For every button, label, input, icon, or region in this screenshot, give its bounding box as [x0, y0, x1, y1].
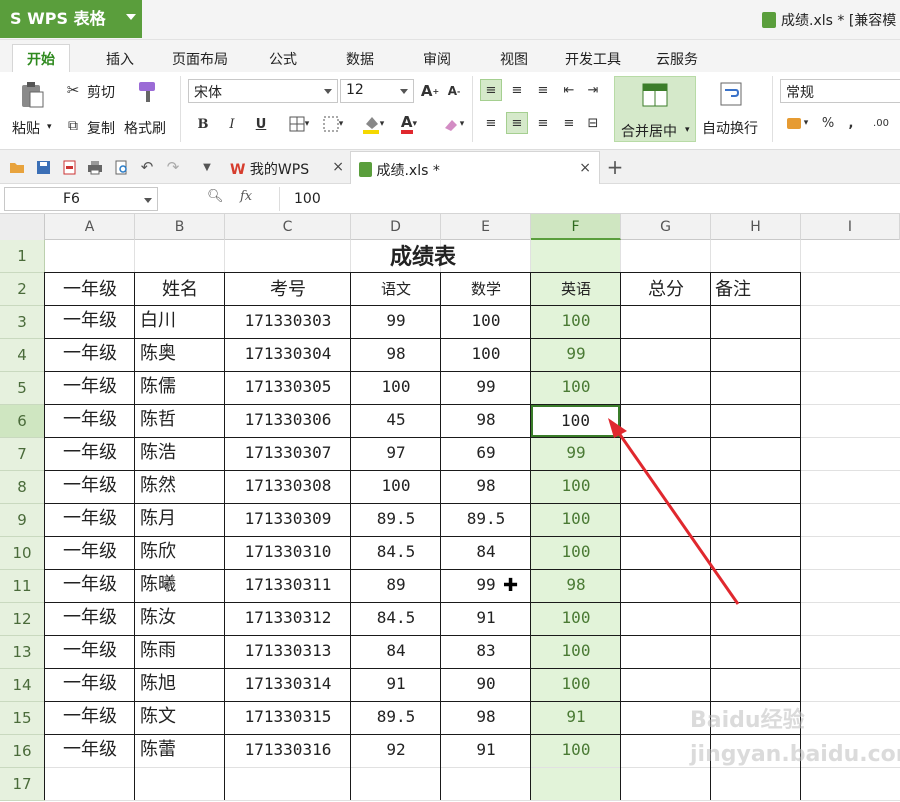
- merge-center-button[interactable]: 合并居中 ▾: [614, 76, 696, 142]
- number-format-select[interactable]: 常规: [780, 79, 900, 103]
- paste-button[interactable]: 粘贴: [12, 118, 40, 138]
- quick-access-toolbar: ↶ ↷ ▼ W 我的WPS × 成绩.xls * × +: [0, 150, 900, 184]
- percent-button[interactable]: %: [818, 112, 838, 134]
- format-painter-icon[interactable]: [134, 78, 162, 106]
- arrow-head: [608, 418, 627, 438]
- formula-input[interactable]: 100: [279, 187, 900, 211]
- app-menu-button[interactable]: S WPS 表格: [0, 0, 142, 38]
- close-icon[interactable]: ×: [579, 160, 591, 176]
- customize-toolbar-icon[interactable]: ▼: [198, 158, 216, 176]
- watermark-logo: Baidu经验 jingyan.baidu.com: [690, 708, 900, 767]
- font-color-icon[interactable]: A ▾: [394, 112, 424, 136]
- increase-indent-icon[interactable]: ⇥: [582, 79, 604, 101]
- comma-button[interactable]: ,: [842, 112, 860, 134]
- justify-icon[interactable]: ≡: [558, 112, 580, 134]
- tab-developer[interactable]: 开发工具: [565, 49, 621, 69]
- spreadsheet-file-icon: [762, 12, 776, 28]
- chevron-down-icon: [126, 14, 136, 20]
- spreadsheet-file-icon: [359, 162, 372, 177]
- decrease-indent-icon[interactable]: ⇤: [558, 79, 580, 101]
- print-icon[interactable]: [86, 158, 104, 176]
- title-bar: S WPS 表格 成绩.xls * [兼容模: [0, 0, 900, 40]
- tab-home[interactable]: 开始: [12, 44, 70, 72]
- align-top-icon[interactable]: ≡: [480, 79, 502, 101]
- ribbon-tabs: 开始 插入 页面布局 公式 数据 审阅 视图 开发工具 云服务: [0, 40, 900, 72]
- borders-icon[interactable]: ▾: [284, 114, 314, 134]
- tab-page-layout[interactable]: 页面布局: [172, 49, 228, 69]
- wrap-text-button[interactable]: 自动换行: [702, 118, 758, 138]
- ribbon-home: 粘贴 ▾ ✂ 剪切 ⧉ 复制 格式刷 宋体 12 A + A- B I U ▾ ▾…: [0, 72, 900, 150]
- undo-icon[interactable]: ↶: [138, 158, 156, 176]
- formula-bar: F6 🔍︎ fx 100: [0, 184, 900, 214]
- bold-button[interactable]: B: [193, 114, 213, 134]
- chevron-down-icon: ▾: [685, 125, 690, 135]
- tab-data[interactable]: 数据: [346, 49, 374, 69]
- export-pdf-icon[interactable]: [60, 158, 78, 176]
- doc-tab-my-wps[interactable]: W 我的WPS ×: [222, 151, 350, 184]
- save-icon[interactable]: [34, 158, 52, 176]
- open-folder-icon[interactable]: [8, 158, 26, 176]
- paste-icon[interactable]: [18, 80, 46, 110]
- tab-insert[interactable]: 插入: [106, 49, 134, 69]
- align-right-icon[interactable]: ≡: [532, 112, 554, 134]
- cut-button[interactable]: 剪切: [87, 82, 115, 102]
- wrap-text-icon[interactable]: [718, 80, 744, 108]
- tab-formulas[interactable]: 公式: [269, 49, 297, 69]
- align-center-icon[interactable]: ≡: [506, 112, 528, 134]
- wps-logo-icon: S: [10, 9, 28, 28]
- chevron-down-icon: [144, 198, 152, 203]
- zoom-search-icon[interactable]: 🔍︎: [207, 189, 224, 204]
- doc-tab-active[interactable]: 成绩.xls * ×: [350, 151, 600, 184]
- clear-format-icon[interactable]: ▾: [438, 112, 468, 136]
- currency-icon[interactable]: ▾: [782, 112, 812, 134]
- align-middle-icon[interactable]: ≡: [506, 79, 528, 101]
- chevron-down-icon[interactable]: ▾: [47, 122, 52, 132]
- format-painter-button[interactable]: 格式刷: [124, 118, 166, 138]
- italic-button[interactable]: I: [222, 114, 242, 134]
- font-name-select[interactable]: 宋体: [188, 79, 338, 103]
- copy-button[interactable]: 复制: [87, 118, 115, 138]
- fill-pattern-icon[interactable]: ▾: [318, 114, 348, 134]
- app-name: WPS 表格: [27, 9, 106, 28]
- fill-color-icon[interactable]: ▾: [358, 112, 388, 136]
- name-box[interactable]: F6: [4, 187, 158, 211]
- chevron-down-icon: [324, 89, 332, 94]
- wps-logo-icon: W: [230, 162, 246, 178]
- chevron-down-icon: [400, 89, 408, 94]
- arrow-shaft: [612, 425, 740, 605]
- spreadsheet-grid[interactable]: A B C D E F G H I 1 2 3 4 5 6 7 8 9 10 11 12 13 14 15 16 17 成绩表 一年级…: [0, 214, 900, 802]
- fx-icon[interactable]: fx: [240, 189, 252, 204]
- distributed-icon[interactable]: ⊟: [582, 112, 604, 134]
- merge-cells-icon: [641, 82, 669, 108]
- increase-decimal-icon[interactable]: .00: [868, 112, 894, 134]
- tab-cloud[interactable]: 云服务: [656, 49, 698, 69]
- redo-icon[interactable]: ↷: [164, 158, 182, 176]
- tab-review[interactable]: 审阅: [423, 49, 451, 69]
- font-size-select[interactable]: 12: [340, 79, 414, 103]
- copy-icon[interactable]: ⧉: [64, 117, 82, 135]
- scissors-icon[interactable]: ✂: [64, 81, 82, 99]
- close-icon[interactable]: ×: [332, 159, 344, 175]
- decrease-font-icon[interactable]: A-: [444, 81, 464, 101]
- new-tab-icon[interactable]: +: [606, 155, 624, 179]
- increase-font-icon[interactable]: A +: [420, 81, 440, 101]
- align-left-icon[interactable]: ≡: [480, 112, 502, 134]
- underline-button[interactable]: U: [251, 114, 271, 134]
- align-bottom-icon[interactable]: ≡: [532, 79, 554, 101]
- window-title: 成绩.xls * [兼容模: [762, 10, 896, 30]
- tab-view[interactable]: 视图: [500, 49, 528, 69]
- print-preview-icon[interactable]: [112, 158, 130, 176]
